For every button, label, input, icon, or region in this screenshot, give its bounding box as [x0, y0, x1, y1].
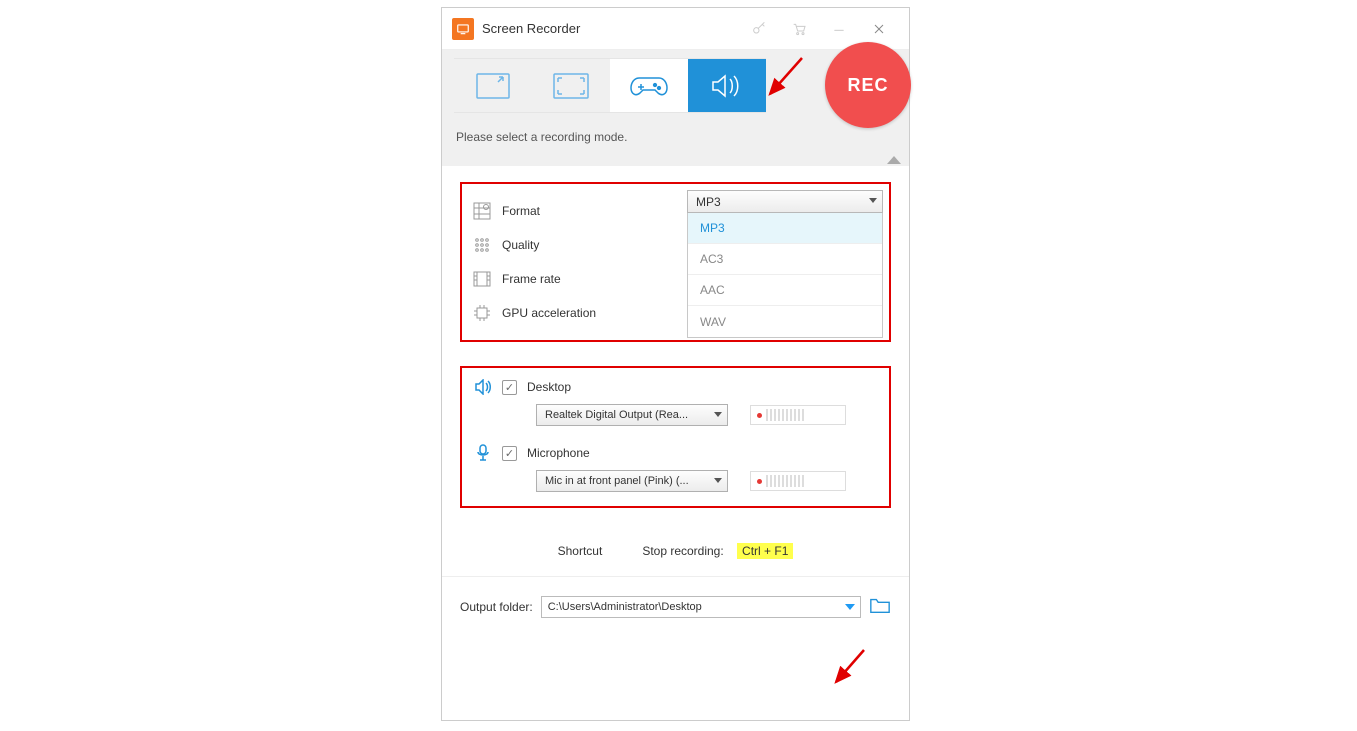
- format-option-aac[interactable]: AAC: [688, 275, 882, 306]
- format-dropdown-list: MP3 AC3 AAC WAV: [687, 213, 883, 338]
- browse-folder-button[interactable]: [869, 595, 891, 618]
- record-button[interactable]: REC: [825, 42, 911, 128]
- app-logo-icon: [452, 18, 474, 40]
- format-icon: [472, 201, 492, 221]
- shortcut-row: Shortcut Stop recording: Ctrl + F1: [442, 518, 909, 576]
- mode-tab-game[interactable]: [610, 58, 688, 113]
- microphone-device-select[interactable]: Mic in at front panel (Pink) (...: [536, 470, 728, 492]
- desktop-audio-group: ✓ Desktop Realtek Digital Output (Rea...: [474, 378, 877, 426]
- output-row: Output folder: C:\Users\Administrator\De…: [442, 577, 909, 636]
- framerate-label: Frame rate: [502, 272, 632, 286]
- desktop-device-select[interactable]: Realtek Digital Output (Rea...: [536, 404, 728, 426]
- microphone-label: Microphone: [527, 446, 590, 460]
- desktop-level-meter: [750, 405, 846, 425]
- desktop-checkbox[interactable]: ✓: [502, 380, 517, 395]
- minimize-button[interactable]: [819, 14, 859, 44]
- instruction-text: Please select a recording mode.: [456, 130, 627, 144]
- app-window: Screen Recorder REC: [441, 7, 910, 721]
- quality-icon: [472, 235, 492, 255]
- level-dot-icon: [757, 479, 762, 484]
- microphone-icon: [474, 444, 492, 462]
- app-title: Screen Recorder: [482, 21, 580, 36]
- level-dot-icon: [757, 413, 762, 418]
- format-option-ac3[interactable]: AC3: [688, 244, 882, 275]
- mode-tab-region[interactable]: [454, 58, 532, 113]
- output-path-input[interactable]: C:\Users\Administrator\Desktop: [541, 596, 861, 618]
- chevron-down-icon: [869, 198, 877, 203]
- chevron-down-icon: [714, 478, 722, 483]
- output-dropdown-caret-icon[interactable]: [845, 604, 855, 610]
- mode-tab-fullscreen[interactable]: [532, 58, 610, 113]
- close-button[interactable]: [859, 14, 899, 44]
- microphone-device-value: Mic in at front panel (Pink) (...: [545, 475, 689, 487]
- annotation-arrow-output-icon: [822, 644, 872, 694]
- microphone-audio-group: ✓ Microphone Mic in at front panel (Pink…: [474, 444, 877, 492]
- quality-label: Quality: [502, 238, 632, 252]
- shortcut-key: Ctrl + F1: [737, 543, 793, 559]
- audio-highlight-box: ✓ Desktop Realtek Digital Output (Rea...: [460, 366, 891, 508]
- chevron-down-icon: [714, 412, 722, 417]
- settings-panel: Format Quality Frame rate GPU accelerati…: [442, 166, 909, 352]
- title-bar: Screen Recorder: [442, 8, 909, 50]
- rec-label: REC: [847, 75, 888, 96]
- gpu-icon: [472, 303, 492, 323]
- desktop-label: Desktop: [527, 380, 571, 394]
- microphone-checkbox[interactable]: ✓: [502, 446, 517, 461]
- key-icon[interactable]: [739, 14, 779, 44]
- cart-icon[interactable]: [779, 14, 819, 44]
- instruction-bar: Please select a recording mode.: [442, 120, 909, 166]
- speaker-icon: [474, 378, 492, 396]
- desktop-device-value: Realtek Digital Output (Rea...: [545, 409, 688, 421]
- format-option-mp3[interactable]: MP3: [688, 213, 882, 244]
- format-option-wav[interactable]: WAV: [688, 306, 882, 337]
- microphone-level-meter: [750, 471, 846, 491]
- format-dropdown: MP3 MP3 AC3 AAC WAV: [687, 190, 883, 338]
- output-label: Output folder:: [460, 600, 533, 614]
- mode-tab-audio[interactable]: [688, 58, 766, 113]
- output-path-value: C:\Users\Administrator\Desktop: [548, 601, 702, 613]
- audio-panel: ✓ Desktop Realtek Digital Output (Rea...: [442, 352, 909, 518]
- shortcut-action: Stop recording:: [642, 544, 723, 558]
- settings-highlight-box: Format Quality Frame rate GPU accelerati…: [460, 182, 891, 342]
- format-label: Format: [502, 204, 632, 218]
- format-selected-value: MP3: [696, 195, 721, 209]
- gpu-label: GPU acceleration: [502, 306, 632, 320]
- format-dropdown-selected[interactable]: MP3: [687, 190, 883, 213]
- framerate-icon: [472, 269, 492, 289]
- collapse-arrow-icon[interactable]: [887, 156, 901, 164]
- shortcut-label: Shortcut: [558, 544, 603, 558]
- mode-tab-row: REC: [442, 50, 909, 120]
